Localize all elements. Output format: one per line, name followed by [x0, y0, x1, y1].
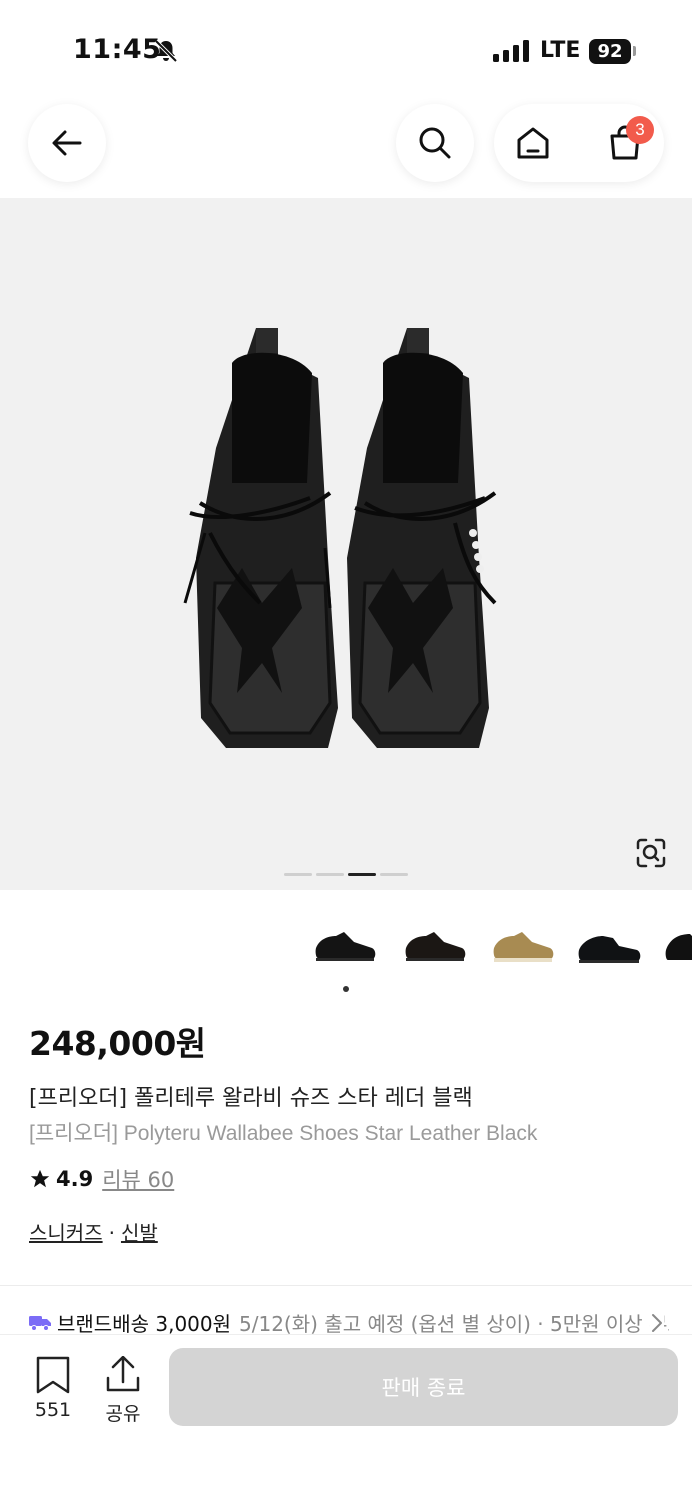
category-link-shoes[interactable]: 신발 — [121, 1221, 158, 1245]
product-title-korean: [프리오더] 폴리테루 왈라비 슈즈 스타 레더 블랙 — [29, 1086, 473, 1111]
signal-icon — [493, 40, 529, 62]
bookmark-count: 551 — [34, 1399, 72, 1421]
battery-indicator: 92 — [589, 39, 631, 64]
variant-thumbnail[interactable] — [490, 920, 556, 970]
delivery-detail: 5/12(화) 출고 예정 (옵션 별 상이) · 5만원 이상 무료배송 — [239, 1311, 669, 1336]
chevron-right-icon[interactable] — [650, 1312, 664, 1334]
delivery-label: 브랜드배송 3,000원 — [57, 1311, 232, 1336]
product-photo-shoes — [183, 328, 497, 748]
share-button[interactable]: 공유 — [98, 1355, 148, 1426]
gallery-page-indicator[interactable] — [284, 873, 312, 876]
category-link-sneakers[interactable]: 스니커즈 — [29, 1221, 103, 1245]
home-button[interactable] — [494, 104, 572, 182]
share-icon — [106, 1355, 140, 1392]
rating-row: 4.9 리뷰 60 — [29, 1164, 174, 1194]
gallery-page-indicator[interactable] — [380, 873, 408, 876]
category-separator: · — [108, 1221, 115, 1245]
star-icon — [30, 1169, 50, 1188]
section-divider — [0, 1285, 692, 1286]
product-image[interactable] — [0, 198, 692, 890]
search-icon — [419, 127, 451, 159]
status-bar: 11:45 LTE 92 — [0, 0, 692, 100]
bookmark-button[interactable]: 551 — [28, 1356, 78, 1426]
category-breadcrumb: 스니커즈 · 신발 — [29, 1217, 158, 1246]
cart-count-badge: 3 — [626, 116, 654, 144]
variant-thumbnail[interactable] — [664, 920, 692, 970]
variant-thumbnails — [0, 910, 692, 980]
product-price: 248,000원 — [29, 1024, 206, 1063]
home-icon — [517, 127, 549, 159]
gallery-page-indicator-active[interactable] — [348, 873, 376, 876]
variant-thumbnail[interactable] — [312, 920, 378, 970]
status-time: 11:45 — [73, 34, 162, 65]
rating-score: 4.9 — [56, 1167, 94, 1191]
bell-slash-icon — [154, 39, 178, 63]
gallery-page-indicator[interactable] — [316, 873, 344, 876]
truck-icon — [29, 1316, 51, 1331]
image-search-lens-icon[interactable] — [632, 834, 670, 872]
variant-thumbnail[interactable] — [402, 920, 468, 970]
battery-tip — [633, 46, 636, 56]
sold-out-button[interactable]: 판매 종료 — [169, 1348, 678, 1426]
search-button[interactable] — [396, 104, 474, 182]
thumbnail-pagination-dot — [343, 986, 349, 992]
arrow-left-icon — [52, 130, 82, 156]
carrier-label: LTE — [540, 38, 581, 63]
bookmark-icon — [36, 1356, 70, 1394]
cart-button[interactable] — [586, 104, 664, 182]
share-label: 공유 — [105, 1403, 141, 1425]
review-link[interactable]: 리뷰 60 — [102, 1164, 174, 1194]
gallery-pagination — [284, 873, 408, 876]
back-button[interactable] — [28, 104, 106, 182]
variant-thumbnail[interactable] — [577, 920, 643, 970]
product-title-english: [프리오더] Polyteru Wallabee Shoes Star Leat… — [29, 1122, 538, 1145]
